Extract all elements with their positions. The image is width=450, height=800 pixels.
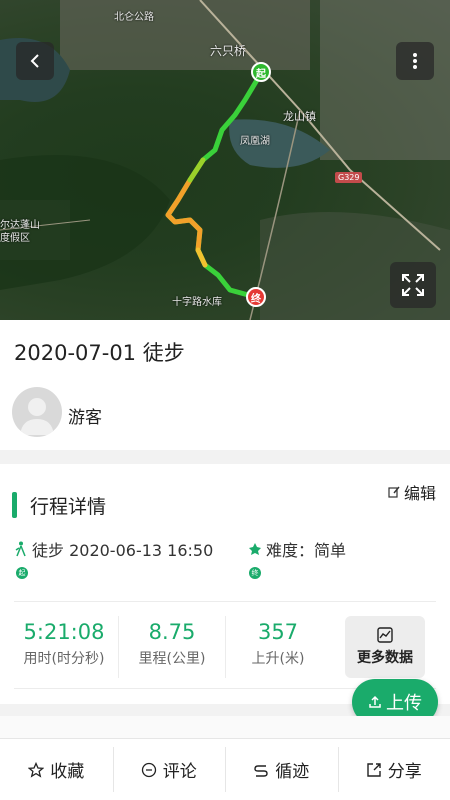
hiker-icon [15,541,26,557]
edit-icon [388,486,400,498]
chart-icon [377,627,393,643]
tab-label: 评论 [162,762,197,782]
more-data-button[interactable]: 更多数据 [345,616,425,678]
difficulty-icon [249,543,261,555]
edit-label: 编辑 [403,484,436,503]
upload-label: 上传 [386,693,422,714]
stat-divider [118,616,119,678]
fullscreen-button[interactable] [390,262,436,308]
tab-label: 收藏 [50,762,85,782]
map-label-town2: 龙山镇 [283,110,316,123]
stat-distance: 8.75 里程(公里) [122,620,222,668]
share-icon [367,762,381,777]
bottom-action-bar: 收藏 评论 循迹 分享 [0,738,450,800]
follow-track-button[interactable]: 循迹 [225,739,338,800]
stat-label: 里程(公里) [138,651,206,667]
map-label-top: 北仑公路 [114,12,154,23]
more-options-button[interactable] [396,42,434,80]
star-icon [28,761,45,778]
avatar[interactable] [12,387,62,437]
stat-value: 5:21:08 [23,620,105,644]
section-spacer [0,716,450,738]
trip-title: 2020-07-01 徒步 [14,341,185,365]
more-vertical-icon [413,53,417,69]
favorite-button[interactable]: 收藏 [0,739,113,800]
start-pin-icon: 起 [16,567,28,579]
user-name[interactable]: 游客 [68,403,102,428]
trip-details-card: 行程详情 编辑 徒步 2020-06-13 16:50 难度：简单 起 终 5:… [0,464,450,704]
stat-divider [225,616,226,678]
route-icon [254,764,268,777]
end-pin-icon: 终 [249,567,261,579]
map-label-resort: 度假区 [0,233,30,244]
track-path [165,72,263,299]
stat-label: 上升(米) [251,651,305,667]
stat-value: 357 [257,620,299,644]
map-label-town1: 六只桥 [210,44,247,58]
back-button[interactable] [16,42,54,80]
map-label-reservoir: 十字路水库 [172,297,222,308]
difficulty-text: 难度：简单 [266,541,347,560]
road-badge: G329 [335,172,363,183]
start-marker: 起 [251,62,271,82]
section-title: 行程详情 [30,496,107,518]
activity-text: 徒步 2020-06-13 16:50 [32,541,214,560]
edit-button[interactable]: 编辑 [388,480,436,504]
end-marker: 终 [246,287,266,307]
stat-label: 用时(时分秒) [23,651,105,667]
activity-info: 徒步 2020-06-13 16:50 [14,537,213,561]
expand-icon [402,274,424,296]
stat-value: 8.75 [148,620,196,644]
comment-button[interactable]: 评论 [112,739,226,800]
divider [14,601,436,602]
map-label-lake: 凤凰湖 [240,136,270,147]
user-silhouette-icon [20,398,54,435]
stat-ascent: 357 上升(米) [228,620,328,668]
tab-label: 分享 [387,762,422,782]
upload-icon [369,695,381,708]
chevron-left-icon [30,54,39,68]
map-view[interactable]: 六只桥 龙山镇 凤凰湖 尔达蓬山 度假区 十字路水库 北仑公路 G329 起 终 [0,0,450,320]
trip-header: 2020-07-01 徒步 游客 [0,320,450,450]
tab-label: 循迹 [275,762,310,782]
stat-duration: 5:21:08 用时(时分秒) [14,620,114,668]
more-data-label: 更多数据 [357,650,413,666]
comment-icon [141,762,156,777]
difficulty-info: 难度：简单 [248,537,346,561]
share-button[interactable]: 分享 [337,739,450,800]
section-accent-bar [12,492,17,518]
